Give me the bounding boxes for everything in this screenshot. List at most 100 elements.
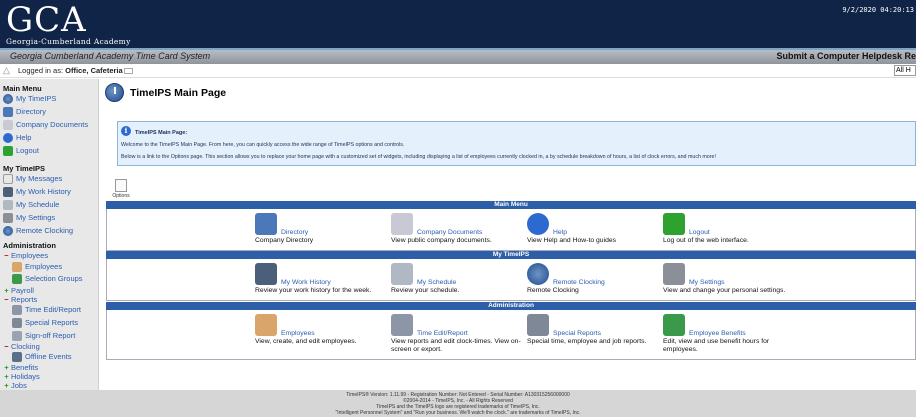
section-header-administration: Administration: [106, 302, 916, 310]
tile-link[interactable]: My Work History: [281, 279, 331, 286]
settings-icon: [3, 212, 13, 223]
expand-icon: +: [4, 381, 9, 390]
sidebar-item-label: My Messages: [16, 174, 63, 183]
tile-description: Review your work history for the week.: [255, 287, 372, 294]
filter-select[interactable]: All H: [894, 65, 916, 76]
gca-logo[interactable]: GCA Georgia-Cumberland Academy: [6, 2, 131, 46]
sidebar-item-employees-group[interactable]: − Employees: [3, 250, 48, 261]
sidebar-item-my-settings[interactable]: My Settings: [3, 212, 55, 223]
time-edit-icon: [12, 304, 22, 315]
tile-link[interactable]: Logout: [689, 229, 710, 236]
sidebar-item-signoff-report[interactable]: Sign-off Report: [12, 330, 75, 341]
sidebar-item-label: My Settings: [16, 213, 56, 222]
tile-link[interactable]: Company Documents: [417, 229, 482, 236]
sidebar-item-label: Special Reports: [25, 318, 78, 327]
tile-my-work-history[interactable]: My Work History Review your work history…: [255, 263, 391, 303]
info-text-options: Below is a link to the Options page. Thi…: [121, 154, 716, 160]
sidebar-item-offline-events[interactable]: Offline Events: [12, 351, 72, 362]
sidebar-item-selection-groups[interactable]: Selection Groups: [12, 273, 83, 284]
tile-link[interactable]: Time Edit/Report: [417, 330, 468, 337]
options-icon: [115, 179, 127, 192]
sidebar-item-time-edit-report[interactable]: Time Edit/Report: [12, 304, 81, 315]
current-datetime: 9/2/2020 04:20:13: [842, 6, 914, 14]
status-bar: △ Logged in as: Office, Cafeteria All H: [0, 64, 916, 78]
section-header-main-menu: Main Menu: [106, 201, 916, 209]
clock-icon: [105, 83, 124, 102]
sidebar-item-remote-clocking[interactable]: Remote Clocking: [3, 225, 73, 236]
tile-directory[interactable]: Directory Company Directory: [255, 213, 391, 253]
special-reports-icon: [527, 314, 549, 336]
tile-link[interactable]: Help: [553, 229, 567, 236]
clock-icon: [3, 225, 13, 236]
page-title-row: TimeIPS Main Page: [105, 83, 226, 102]
options-button[interactable]: Options: [111, 179, 131, 199]
tile-logout[interactable]: Logout Log out of the web interface.: [663, 213, 799, 253]
offline-events-icon: [12, 351, 22, 362]
helpdesk-link[interactable]: Submit a Computer Helpdesk Re: [776, 51, 916, 61]
directory-icon: [255, 213, 277, 235]
collapse-icon: −: [4, 251, 9, 260]
sidebar-item-my-work-history[interactable]: My Work History: [3, 186, 71, 197]
tile-link[interactable]: Employees: [281, 330, 315, 337]
logo-subtitle: Georgia-Cumberland Academy: [6, 37, 131, 46]
tile-link[interactable]: Directory: [281, 229, 308, 236]
sidebar-item-my-timeips[interactable]: My TimeIPS: [3, 93, 56, 104]
tile-help[interactable]: Help View Help and How-to guides: [527, 213, 663, 253]
warning-icon[interactable]: △: [3, 66, 12, 75]
tile-my-schedule[interactable]: My Schedule Review your schedule.: [391, 263, 527, 303]
tile-special-reports[interactable]: Special Reports Special time, employee a…: [527, 314, 663, 354]
documents-icon: [3, 119, 13, 130]
sidebar-item-label: Selection Groups: [25, 274, 83, 283]
tile-my-settings[interactable]: My Settings View and change your persona…: [663, 263, 799, 303]
tile-link[interactable]: Special Reports: [553, 330, 601, 337]
tile-link[interactable]: Employee Benefits: [689, 330, 746, 337]
footer-trademark-2: "Intelligent Personnel System" and "Run …: [335, 410, 581, 416]
logout-icon: [663, 213, 685, 235]
page-title: TimeIPS Main Page: [130, 86, 227, 99]
system-titlebar: Georgia Cumberland Academy Time Card Sys…: [0, 50, 916, 64]
special-reports-icon: [12, 317, 22, 328]
sidebar-item-label: Clocking: [11, 342, 40, 351]
timeips-page: GCA Georgia-Cumberland Academy 9/2/2020 …: [0, 0, 916, 417]
sidebar-item-label: Employees: [25, 262, 63, 271]
tile-description: View reports and edit clock-times. View …: [391, 338, 521, 353]
sidebar-item-label: My Schedule: [16, 200, 60, 209]
help-icon: [527, 213, 549, 235]
sidebar-item-label: My TimeIPS: [16, 94, 57, 103]
info-box: i TimeIPS Main Page: Welcome to the Time…: [117, 121, 916, 166]
sidebar-section-my-timeips: My TimeIPS: [3, 164, 45, 173]
sidebar-item-label: Remote Clocking: [16, 226, 74, 235]
mail-icon[interactable]: [124, 68, 133, 74]
tile-employee-benefits[interactable]: Employee Benefits Edit, view and use ben…: [663, 314, 799, 354]
tile-description: Special time, employee and job reports.: [527, 338, 647, 345]
sidebar-item-employees[interactable]: Employees: [12, 261, 62, 272]
tile-description: Log out of the web interface.: [663, 237, 749, 244]
tile-employees[interactable]: Employees View, create, and edit employe…: [255, 314, 391, 354]
tile-link[interactable]: My Settings: [689, 279, 725, 286]
messages-icon: [3, 173, 13, 184]
info-heading: TimeIPS Main Page:: [135, 130, 188, 136]
schedule-icon: [391, 263, 413, 285]
tile-remote-clocking[interactable]: Remote Clocking Remote Clocking: [527, 263, 663, 303]
sidebar-item-help[interactable]: Help: [3, 132, 31, 143]
sidebar-item-my-schedule[interactable]: My Schedule: [3, 199, 59, 210]
tile-company-documents[interactable]: Company Documents View public company do…: [391, 213, 527, 253]
tile-link[interactable]: Remote Clocking: [553, 279, 605, 286]
sidebar-item-my-messages[interactable]: My Messages: [3, 173, 62, 184]
time-edit-icon: [391, 314, 413, 336]
sidebar-item-logout[interactable]: Logout: [3, 145, 39, 156]
sidebar-item-directory[interactable]: Directory: [3, 106, 46, 117]
tile-time-edit-report[interactable]: Time Edit/Report View reports and edit c…: [391, 314, 527, 354]
sidebar-item-special-reports[interactable]: Special Reports: [12, 317, 78, 328]
work-history-icon: [255, 263, 277, 285]
tile-link[interactable]: My Schedule: [417, 279, 456, 286]
sidebar-item-label: My Work History: [16, 187, 71, 196]
logout-icon: [3, 145, 13, 156]
tile-description: View public company documents.: [391, 237, 492, 244]
info-text-welcome: Welcome to the TimeIPS Main Page. From h…: [121, 142, 405, 148]
main-content: TimeIPS Main Page i TimeIPS Main Page: W…: [100, 79, 916, 390]
info-icon: i: [121, 126, 131, 136]
selection-groups-icon: [12, 273, 22, 284]
sidebar-item-company-documents[interactable]: Company Documents: [3, 119, 88, 130]
tile-description: View, create, and edit employees.: [255, 338, 357, 345]
